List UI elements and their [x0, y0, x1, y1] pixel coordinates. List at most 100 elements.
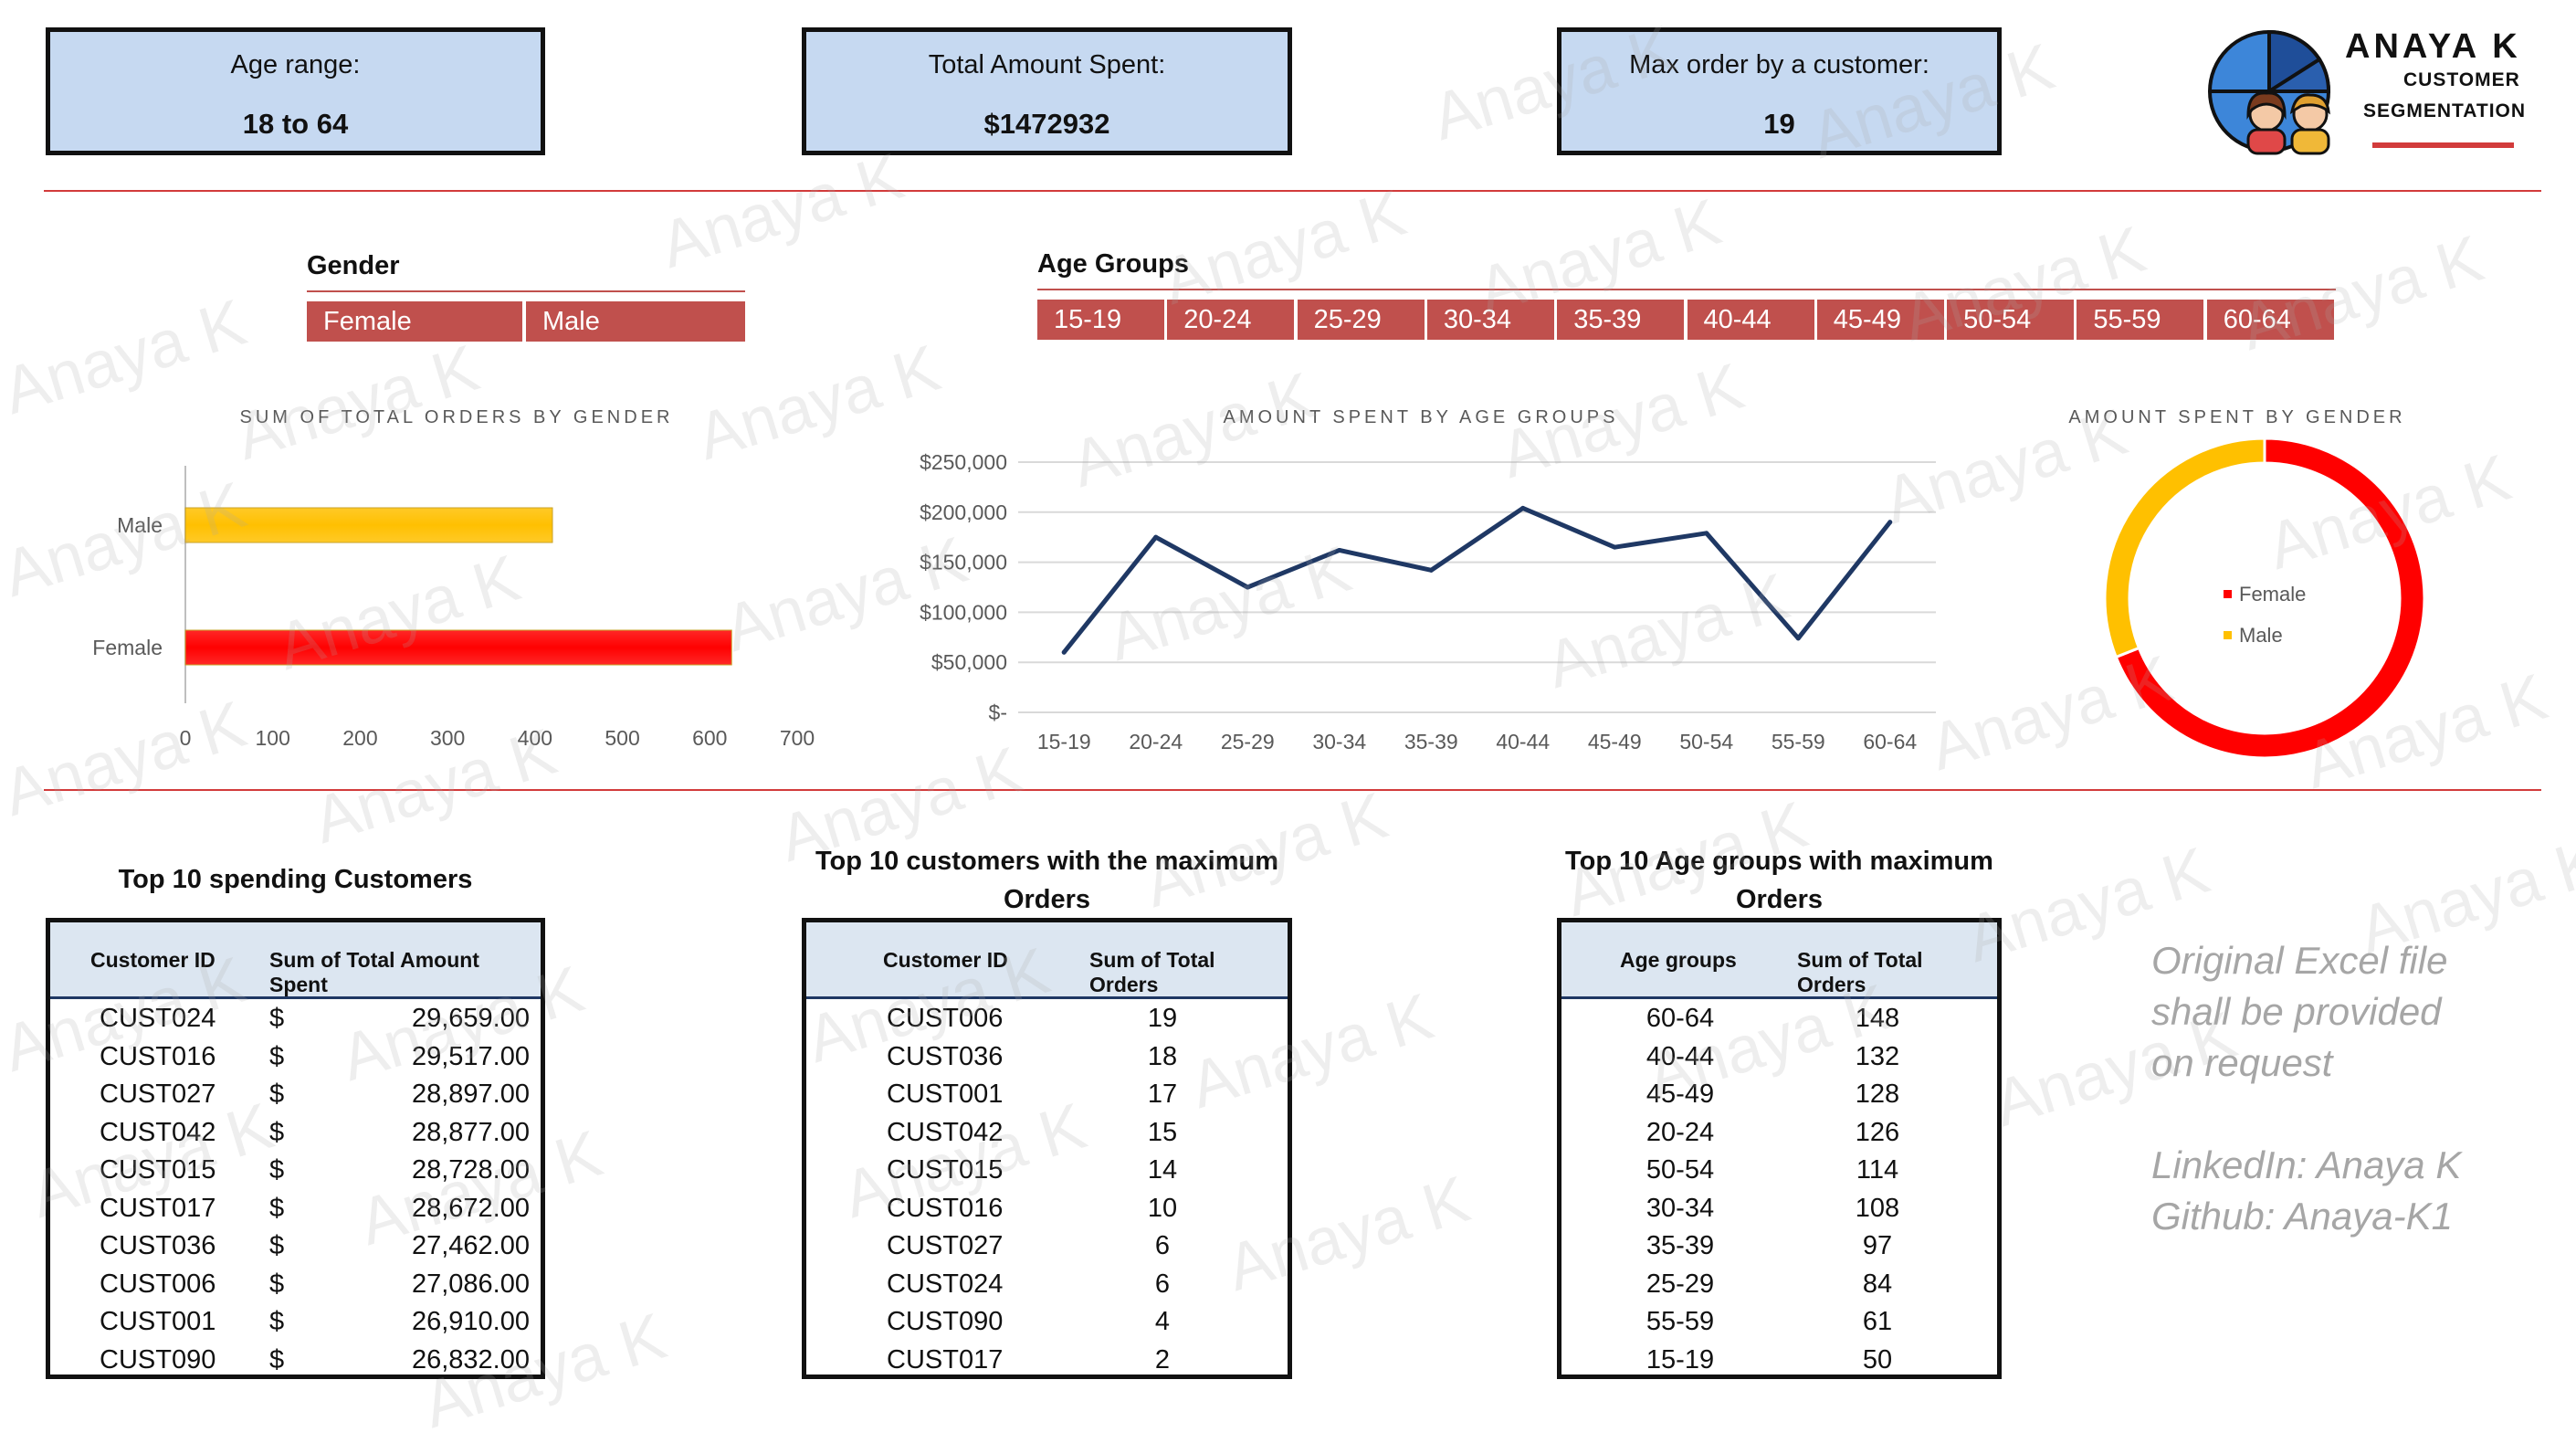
note-line: shall be provided [2151, 990, 2442, 1033]
table-header: Customer ID Sum of Total Amount Spent [50, 922, 541, 999]
x-tick-label: 35-39 [1404, 730, 1458, 753]
table-cell: 10 [1147, 1193, 1178, 1223]
watermark-text: Anaya K [652, 139, 911, 283]
table-row: 40-44 132 [1561, 1037, 1997, 1076]
table-row: 20-24 126 [1561, 1113, 1997, 1152]
legend-label: Female [2239, 583, 2306, 606]
table-cell: 19 [1147, 1004, 1178, 1033]
slicer-item-age-35-39[interactable]: 35-39 [1557, 300, 1685, 340]
table-row: 25-29 84 [1561, 1265, 1997, 1303]
table-cell: CUST090 [887, 1307, 1004, 1336]
table-cell: 50 [1862, 1344, 1893, 1375]
table-cell: 2 [1154, 1344, 1171, 1375]
table-cell: CUST027 [100, 1080, 216, 1109]
table-row: CUST090 4 [806, 1302, 1288, 1341]
slicer-item-age-60-64[interactable]: 60-64 [2206, 300, 2334, 340]
table-row: CUST024 $29,659.00 [50, 999, 541, 1037]
slicer-item-male[interactable]: Male [526, 301, 745, 342]
x-tick-label: 55-59 [1772, 730, 1825, 753]
table-row: 55-59 61 [1561, 1302, 1997, 1341]
table-cell: CUST015 [100, 1155, 216, 1185]
table-cell: CUST017 [100, 1193, 216, 1223]
slicer-item-age-55-59[interactable]: 55-59 [2077, 300, 2204, 340]
table-row: 35-39 97 [1561, 1227, 1997, 1265]
table-cell: 18 [1147, 1041, 1178, 1071]
kpi-total-spent: Total Amount Spent: $1472932 [802, 27, 1292, 155]
logo-line1: CUSTOMER [2403, 69, 2520, 90]
chart-title-orders-by-gender: SUM OF TOTAL ORDERS BY GENDER [239, 407, 674, 427]
logo-underline [2372, 142, 2514, 148]
slicer-item-female[interactable]: Female [307, 301, 522, 342]
table-cell: CUST042 [100, 1117, 216, 1147]
watermark-text: Anaya K [1154, 175, 1414, 320]
table-title-age-groups: Top 10 Age groups with maximum Orders [1565, 847, 1993, 914]
x-tick-label: 700 [780, 726, 815, 750]
table-cell: CUST006 [887, 1004, 1004, 1033]
table-body: 60-64 148 40-44 132 45-49 128 20-24 126 50-54 114… [1561, 999, 1997, 1378]
table-top-age-groups: Age groups Sum of Total Orders 60-64 148 4… [1557, 918, 2002, 1379]
slicer-item-age-50-54[interactable]: 50-54 [1947, 300, 2075, 340]
slicer-item-age-45-49[interactable]: 45-49 [1816, 300, 1944, 340]
table-cell: 20-24 [1645, 1117, 1715, 1147]
data-point [1428, 567, 1434, 573]
y-tick-label: $100,000 [920, 600, 1007, 624]
table-cell: 55-59 [1645, 1307, 1715, 1336]
table-cell: 84 [1862, 1269, 1893, 1299]
line-chart-amount-by-age: $- $50,000 $100,000 $150,000 $200,000 $250,00… [920, 450, 1936, 753]
note-line: LinkedIn: Anaya K [2151, 1143, 2462, 1186]
slicer-item-age-30-34[interactable]: 30-34 [1426, 300, 1554, 340]
slicer-item-age-40-44[interactable]: 40-44 [1687, 300, 1814, 340]
category-label: Male [117, 513, 163, 537]
table-row: CUST016 $29,517.00 [50, 1037, 541, 1076]
logo: ANAYA K CUSTOMER SEGMENTATION [2201, 27, 2529, 155]
divider [44, 789, 2541, 791]
y-tick-label: $250,000 [920, 450, 1007, 474]
x-tick-label: 40-44 [1496, 730, 1550, 753]
table-cell: 60-64 [1645, 1004, 1715, 1033]
table-cell: 26,910.00 [411, 1307, 530, 1336]
table-cell: CUST016 [100, 1041, 216, 1071]
data-point [1061, 649, 1067, 655]
table-cell: CUST024 [100, 1004, 216, 1033]
slicer-item-age-25-29[interactable]: 25-29 [1297, 300, 1425, 340]
table-cell: CUST042 [887, 1117, 1004, 1147]
table-cell: 128 [1855, 1080, 1900, 1109]
table-row: CUST042 15 [806, 1113, 1288, 1152]
x-tick-label: 25-29 [1221, 730, 1275, 753]
donut-chart-amount-by-gender: Female Male [2103, 438, 2426, 760]
bar-chart-orders-by-gender: Male Female 0 100 200 300 400 500 600 700 [92, 466, 815, 750]
table-body: CUST006 19 CUST036 18 CUST001 17 CUST042 15 CUST… [806, 999, 1288, 1378]
kpi-age-range: Age range: 18 to 64 [46, 27, 545, 155]
table-cell: 40-44 [1645, 1041, 1715, 1071]
column-header: Sum of Total Orders [1089, 948, 1215, 996]
table-header: Customer ID Sum of Total Orders [806, 922, 1288, 999]
table-cell: $ [269, 1231, 285, 1260]
x-tick-label: 0 [180, 726, 192, 750]
table-cell: CUST036 [887, 1041, 1004, 1071]
slicer-item-age-20-24[interactable]: 20-24 [1167, 300, 1295, 340]
x-tick-label: 200 [342, 726, 377, 750]
table-cell: $ [269, 1193, 285, 1223]
table-row: 60-64 148 [1561, 999, 1997, 1037]
x-tick-label: 60-64 [1863, 730, 1917, 753]
slicer-item-age-15-19[interactable]: 15-19 [1037, 300, 1164, 340]
table-row: CUST001 17 [806, 1075, 1288, 1113]
table-cell: 6 [1154, 1231, 1171, 1260]
x-tick-label: 20-24 [1129, 730, 1183, 753]
table-cell: $ [269, 1269, 285, 1299]
table-cell: $ [269, 1155, 285, 1185]
y-tick-label: $- [989, 700, 1007, 724]
table-row: CUST027 6 [806, 1227, 1288, 1265]
legend-label: Male [2239, 624, 2283, 647]
kpi-value: 18 to 64 [242, 108, 349, 140]
table-row: CUST042 $28,877.00 [50, 1113, 541, 1152]
x-tick-label: 100 [256, 726, 290, 750]
table-cell: 27,462.00 [411, 1231, 530, 1260]
table-cell: 28,877.00 [411, 1117, 530, 1147]
data-point [1337, 547, 1342, 553]
table-cell: 27,086.00 [411, 1269, 530, 1299]
data-point [1245, 585, 1250, 590]
table-row: CUST001 $26,910.00 [50, 1302, 541, 1341]
data-point [1153, 534, 1159, 540]
table-cell: 28,728.00 [411, 1155, 530, 1185]
